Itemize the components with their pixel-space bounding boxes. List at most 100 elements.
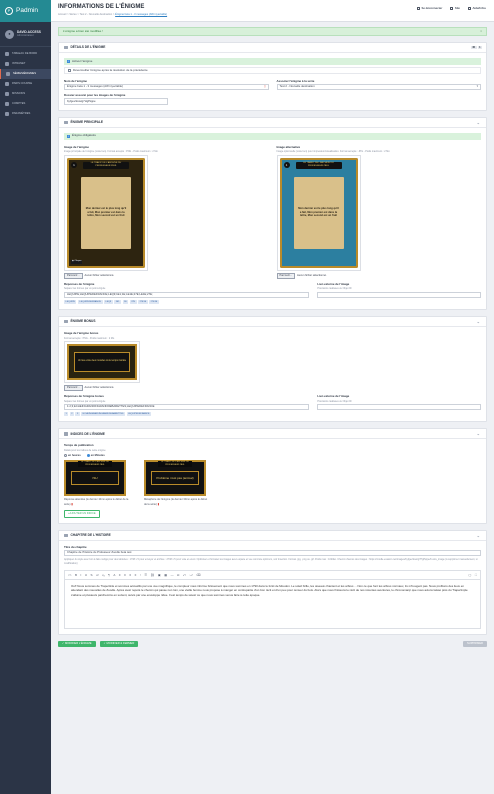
- story-title: CHAPITRE DE L'HISTOIRE: [70, 533, 111, 538]
- underline-button[interactable]: U: [85, 573, 87, 577]
- bonus-answers-input[interactable]: 1:2;3;ECHEINGRANDINGRANDDEBARETTES;LEQUI…: [64, 403, 310, 411]
- site-link[interactable]: Site: [450, 6, 460, 11]
- trash-icon[interactable]: ▮: [158, 502, 160, 506]
- breadcrumb-current[interactable]: Énigme beta 1 - 3 messages (AW inyectabl…: [115, 13, 167, 16]
- activate-label: Activer l'énigme: [72, 58, 93, 63]
- chevron-down-icon[interactable]: ⌄: [477, 120, 480, 125]
- answer-tag: 27E1E: [138, 300, 148, 305]
- no-file-text: Aucun fichier sélectionné.: [84, 274, 115, 277]
- bonus-header[interactable]: ÉNIGME BONUS ⌄: [59, 317, 486, 328]
- story-card: CHAPITRE DE L'HISTOIRE ⌄ Titre du chapit…: [58, 529, 487, 635]
- folder-input[interactable]: byfgev/ksw/g7HgfSppe: [64, 98, 168, 105]
- superscript-button[interactable]: x²: [96, 573, 99, 577]
- principal-card: ÉNIGME PRINCIPALE ⌄ ✓ Énigme obligatoire …: [58, 116, 487, 311]
- align-right-button[interactable]: ≡: [129, 573, 131, 577]
- time-label: Temps de publication: [64, 443, 94, 448]
- chevron-down-icon[interactable]: ⌄: [477, 319, 480, 324]
- hint-text: Problème n'est pas (animal): [151, 471, 199, 486]
- bonus-ext-link-input[interactable]: [317, 403, 481, 411]
- font-color-button[interactable]: A: [113, 573, 115, 577]
- camera-button[interactable]: ◉ Cliquer: [71, 259, 83, 264]
- strike-button[interactable]: S: [91, 573, 93, 577]
- chevron-down-icon[interactable]: ⌄: [477, 533, 480, 538]
- mandatory-toggle[interactable]: ✓ Énigme obligatoire: [64, 132, 481, 140]
- sidebar-item-accounts[interactable]: COMPTES: [0, 99, 51, 109]
- logout-link[interactable]: Se déconnecter: [416, 6, 442, 11]
- preview-button[interactable]: ▢: [469, 573, 472, 577]
- clear-icon[interactable]: ▯: [264, 85, 266, 89]
- radio-dot[interactable]: [64, 453, 67, 457]
- hint-image[interactable]: LE TRAFIC DE L'ARCHIVE DU PROFESSEUR ZBU…: [64, 460, 126, 497]
- name-input[interactable]: Énigme beta 1 - 3 messages (AW inyectabl…: [64, 83, 269, 91]
- bonus-card: ÉNIGME BONUS ⌄ Image de l'énigme bonus F…: [58, 316, 487, 423]
- series-select[interactable]: Test 2 - Nouvelle destination ▾: [276, 83, 481, 91]
- details-header[interactable]: DÉTAILS DE L'ÉNIGME ID 1: [59, 43, 486, 53]
- save-close-button[interactable]: ✓ MODIFIER & FERMER: [99, 640, 139, 648]
- sidebar-item-series[interactable]: SÉRIES/ÉNIGMES: [0, 69, 51, 79]
- fullscreen-icon[interactable]: ⛶: [475, 573, 477, 577]
- add-hint-button[interactable]: + AJOUTER UN INDICE: [64, 510, 100, 518]
- redo-icon[interactable]: ⤻: [190, 573, 193, 577]
- delete-button[interactable]: SUPPRIMER: [463, 640, 487, 648]
- align-center-button[interactable]: ≡: [124, 573, 126, 577]
- info-icon: [64, 45, 68, 50]
- breadcrumb-path[interactable]: Accueil > Séries > Test 2 - Nouvelle des…: [58, 13, 114, 16]
- image-preview[interactable]: 1 LE TRAFIC DE L'ARCHIVE DU PROFESSEUR Z…: [64, 154, 148, 271]
- radio-minutes-label: en Minutes: [90, 453, 105, 457]
- subscript-button[interactable]: x₂: [102, 573, 105, 577]
- bonus-image-preview[interactable]: Un lieu entre deux mondes où le temps s'…: [64, 340, 140, 383]
- story-editor[interactable]: Ouf! Nous sommes de Trapertinle et somme…: [64, 578, 481, 629]
- sidebar-item-dashboard[interactable]: TABLEAU DE BORD: [0, 49, 51, 59]
- save-button[interactable]: ✓ MODIFIER L'ÉNIGME: [58, 640, 96, 648]
- radio-minutes[interactable]: en Minutes: [86, 453, 105, 458]
- checkbox-mandatory[interactable]: ✓: [67, 135, 70, 138]
- sidebar: P Padmin ● DAVID.ACCESS Administrateur T…: [0, 0, 51, 794]
- checkbox-activate[interactable]: ✓: [67, 60, 70, 63]
- story-header[interactable]: CHAPITRE DE L'HISTOIRE ⌄: [59, 531, 486, 541]
- checkbox-unlock[interactable]: [68, 69, 71, 72]
- chapter-input[interactable]: Chapitre de l'histoire du Professeur Zoo…: [64, 549, 481, 557]
- details-title: DÉTAILS DE L'ÉNIGME: [70, 45, 106, 50]
- table-icon[interactable]: ▦: [164, 573, 167, 577]
- bonus-answers-label: Réponses de l'énigme bonus: [64, 394, 104, 399]
- help-link[interactable]: Aide/Infos: [467, 6, 486, 11]
- activate-toggle[interactable]: ✓ Activer l'énigme: [64, 58, 481, 65]
- alt-image-preview[interactable]: 1 LE TRAFIC DE L'ARCHIVE DU PROFESSEUR Z…: [276, 154, 361, 271]
- bold-button[interactable]: B: [75, 573, 77, 577]
- id-badge-value: 1: [477, 45, 482, 50]
- answers-input[interactable]: LEQUIPE;LEQUIPEDEFRANCE;LEQ9;1E1;1E;LE1E…: [64, 291, 310, 299]
- unlock-toggle[interactable]: Déverrouiller l'énigme après la résoluti…: [64, 67, 481, 74]
- user-panel[interactable]: ● DAVID.ACCESS Administrateur: [0, 22, 51, 47]
- radio-hours[interactable]: en heures: [64, 453, 81, 458]
- trash-icon[interactable]: ▮: [71, 502, 73, 506]
- radio-dot[interactable]: [86, 453, 90, 457]
- image-icon[interactable]: ▣: [158, 573, 161, 577]
- hr-button[interactable]: —: [171, 573, 174, 577]
- link-icon[interactable]: ⛓: [151, 573, 155, 577]
- hints-header[interactable]: INDICES DE L'ÉNIGME ⌄: [59, 429, 486, 440]
- undo-icon[interactable]: ⤺: [183, 573, 186, 577]
- align-left-button[interactable]: ≡: [119, 573, 121, 577]
- sidebar-item-course[interactable]: PARIS COURSE: [0, 79, 51, 89]
- bonus-no-file-text: Aucun fichier sélectionné.: [84, 386, 115, 390]
- unordered-list-button[interactable]: ☰: [144, 573, 147, 577]
- sidebar-item-intranet[interactable]: INTRANET: [0, 59, 51, 69]
- paragraph-button[interactable]: ¶: [108, 573, 110, 577]
- sidebar-item-settings[interactable]: PARAMÈTRES: [0, 109, 51, 119]
- chevron-down-icon[interactable]: ⌄: [477, 431, 480, 436]
- brand-bar[interactable]: P Padmin: [0, 0, 51, 22]
- id-badge-label: ID: [471, 45, 477, 50]
- source-button[interactable]: <>: [68, 573, 72, 577]
- justify-button[interactable]: ≡: [135, 573, 137, 577]
- sidebar-item-missions[interactable]: MISSIONS: [0, 89, 51, 99]
- close-icon[interactable]: ×: [480, 29, 482, 33]
- hint-image[interactable]: LE TRAFIC DE L'ARCHIVE DU PROFESSEUR ZBU…: [144, 460, 206, 497]
- principal-header[interactable]: ÉNIGME PRINCIPALE ⌄: [59, 118, 486, 128]
- special-char-button[interactable]: Ω: [177, 573, 179, 577]
- ordered-list-button[interactable]: ⁝: [140, 573, 141, 577]
- globe-icon: [5, 62, 9, 66]
- italic-button[interactable]: I: [81, 573, 82, 577]
- poster-text: Mon dernier est le plus long qu'il a fai…: [81, 176, 131, 249]
- clear-format-button[interactable]: ⌫: [196, 573, 200, 577]
- ext-link-input[interactable]: [317, 291, 481, 299]
